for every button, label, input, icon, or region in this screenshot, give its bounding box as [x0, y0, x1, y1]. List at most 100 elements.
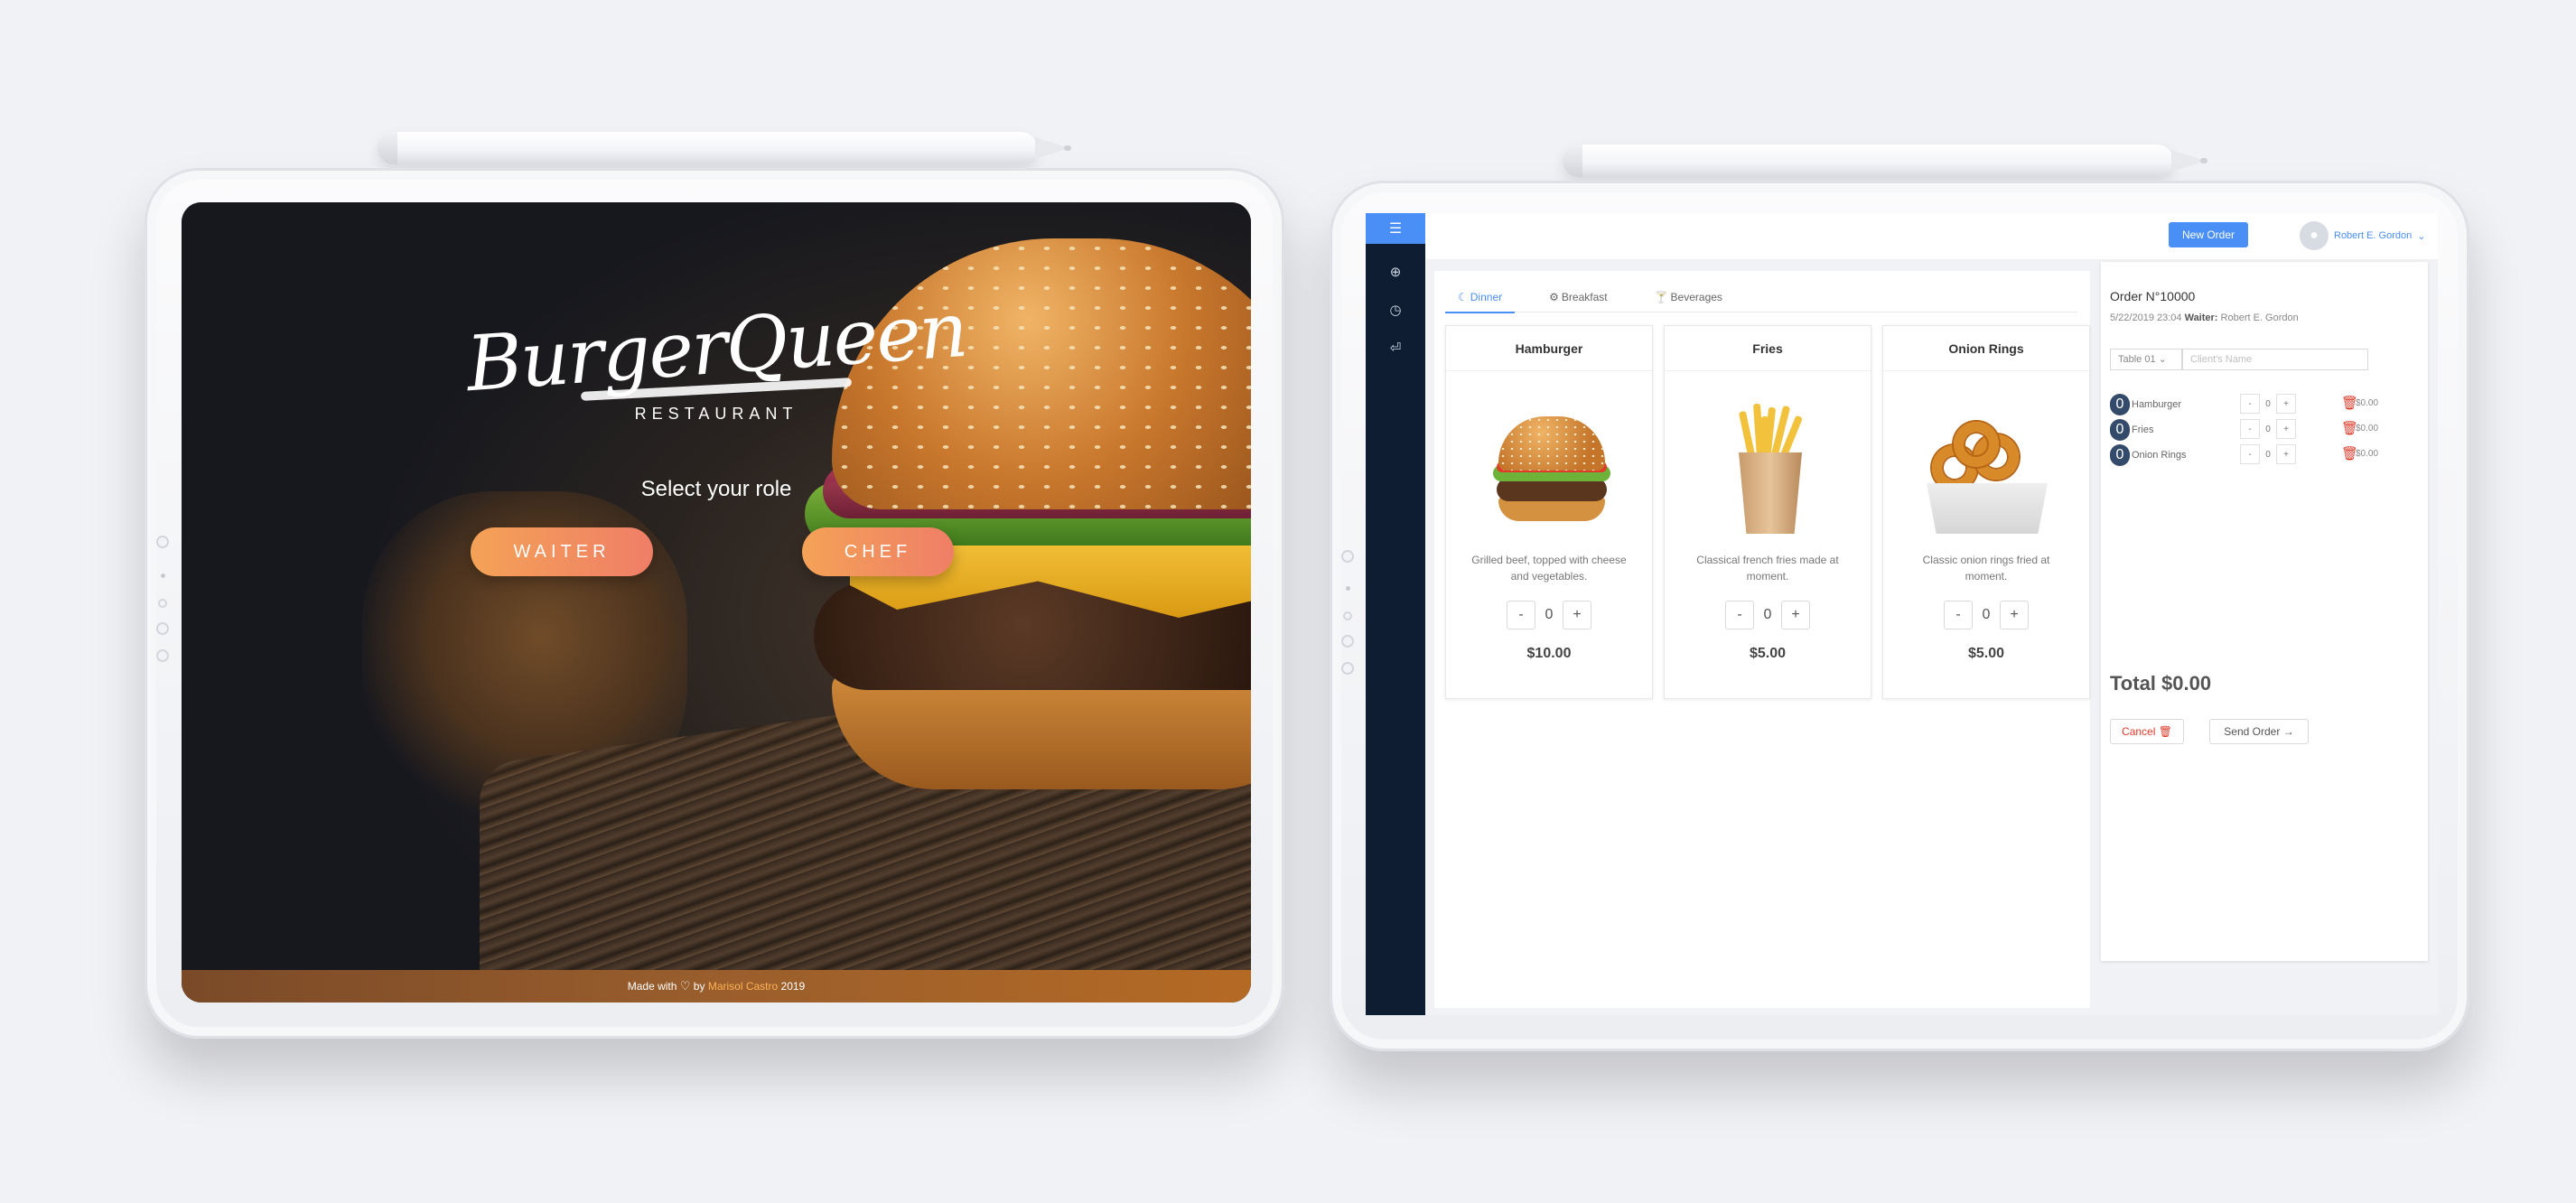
avatar: ● [2300, 221, 2329, 250]
footer: Made with ♡ by Marisol Castro 2019 [182, 970, 1251, 1002]
cancel-order-button[interactable]: Cancel 🗑 [2110, 719, 2184, 744]
gear-icon: ⚙ [1549, 291, 1559, 303]
product-price: $5.00 [1967, 646, 2005, 661]
decrement-button[interactable]: - [2240, 444, 2260, 464]
send-label: Send Order [2224, 725, 2281, 738]
item-price: $0.00 [2356, 449, 2379, 459]
moon-icon: ☾ [1458, 291, 1468, 303]
tab-dinner[interactable]: ☾ Dinner [1445, 282, 1516, 313]
item-quantity-badge: 0 [2110, 394, 2130, 415]
client-name-input[interactable] [2182, 349, 2368, 370]
item-price: $0.00 [2356, 424, 2379, 434]
product-name: Onion Rings [1883, 326, 2089, 371]
product-name: Fries [1665, 326, 1871, 371]
product-card: Onion Rings Classic onion rings fried at… [1882, 325, 2090, 699]
table-select[interactable]: Table 01 ⌄ [2110, 349, 2182, 370]
decrement-button[interactable]: - [1725, 601, 1754, 629]
footer-year: 2019 [780, 980, 806, 993]
decrement-button[interactable]: - [2240, 419, 2260, 439]
item-name: Onion Rings [2132, 450, 2187, 461]
quantity-stepper: - 0 + [1883, 601, 2089, 629]
chevron-down-icon: ⌄ [2158, 354, 2167, 365]
order-total: Total $0.00 [2110, 672, 2212, 695]
chef-button[interactable]: CHEF [802, 527, 954, 576]
waiter-name: Robert E. Gordon [2220, 312, 2299, 323]
product-name: Hamburger [1446, 326, 1652, 371]
increment-button[interactable]: + [2276, 419, 2296, 439]
order-title: Order N°10000 [2110, 289, 2196, 303]
decrement-button[interactable]: - [1507, 601, 1535, 629]
tab-breakfast[interactable]: ⚙ Breakfast [1536, 282, 1619, 312]
item-price: $0.00 [2356, 398, 2379, 408]
item-count: 0 [2265, 449, 2271, 460]
trash-icon: 🗑 [2158, 725, 2172, 738]
item-name: Fries [2132, 424, 2154, 435]
footer-author-link[interactable]: Marisol Castro [708, 980, 778, 993]
menu-tabs: ☾ Dinner ⚙ Breakfast 🍸 Beverages [1445, 282, 2077, 313]
decrement-button[interactable]: - [1944, 601, 1973, 629]
quantity-value: 0 [1763, 607, 1772, 622]
menu-panel: ☾ Dinner ⚙ Breakfast 🍸 Beverages Hamburg… [1434, 271, 2090, 1008]
waiter-screen: ☰ ⊕ ◷ ⏎ New Order ● Robert E. Gordon ⌄ ☾… [1366, 213, 2438, 1015]
order-datetime: 5/22/2019 23:04 [2110, 312, 2182, 323]
item-count: 0 [2265, 398, 2271, 409]
user-name: Robert E. Gordon [2334, 230, 2413, 241]
onion-rings-image [1883, 371, 2089, 552]
tab-beverages[interactable]: 🍸 Beverages [1642, 282, 1735, 312]
login-screen: BurgerQueen RESTAURANT Select your role … [182, 202, 1251, 1002]
stylus-left [378, 132, 1071, 164]
order-item: 0 Fries - 0 + 🗑 $0.00 [2110, 417, 2399, 443]
menu-icon[interactable]: ☰ [1366, 213, 1425, 244]
increment-button[interactable]: + [2276, 444, 2296, 464]
item-stepper: - 0 + [2240, 419, 2296, 439]
order-meta: 5/22/2019 23:04 Waiter: Robert E. Gordon [2110, 312, 2299, 323]
product-description: Classic onion rings fried at moment. [1922, 554, 2050, 583]
quantity-stepper: - 0 + [1665, 601, 1871, 629]
order-item: 0 Onion Rings - 0 + 🗑 $0.00 [2110, 443, 2399, 468]
logout-icon[interactable]: ⏎ [1366, 329, 1425, 367]
increment-button[interactable]: + [2000, 601, 2029, 629]
chevron-down-icon: ⌄ [2417, 230, 2426, 242]
decrement-button[interactable]: - [2240, 394, 2260, 414]
brand-subtitle: RESTAURANT [634, 405, 798, 423]
order-panel: Order N°10000 5/22/2019 23:04 Waiter: Ro… [2101, 262, 2428, 961]
product-description: Grilled beef, topped with cheese and veg… [1471, 554, 1627, 583]
item-stepper: - 0 + [2240, 394, 2296, 414]
increment-button[interactable]: + [2276, 394, 2296, 414]
quantity-value: 0 [1545, 607, 1554, 622]
clock-icon[interactable]: ◷ [1366, 291, 1425, 329]
side-rail: ☰ ⊕ ◷ ⏎ [1366, 213, 1425, 1015]
fries-image [1665, 371, 1871, 552]
cocktail-icon: 🍸 [1654, 291, 1668, 303]
product-price: $5.00 [1749, 646, 1787, 661]
main-content: ☾ Dinner ⚙ Breakfast 🍸 Beverages Hamburg… [1425, 260, 2438, 1015]
increment-button[interactable]: + [1563, 601, 1591, 629]
item-quantity-badge: 0 [2110, 419, 2130, 441]
new-order-button[interactable]: New Order [2169, 222, 2248, 247]
increment-button[interactable]: + [1781, 601, 1810, 629]
waiter-button[interactable]: WAITER [471, 527, 653, 576]
item-count: 0 [2265, 424, 2271, 434]
cancel-label: Cancel [2122, 725, 2156, 738]
quantity-value: 0 [1982, 607, 1991, 622]
order-item: 0 Hamburger - 0 + 🗑 $0.00 [2110, 392, 2399, 417]
footer-prefix: Made with [627, 980, 677, 993]
role-title: Select your role [640, 477, 792, 501]
top-bar: New Order ● Robert E. Gordon ⌄ [1425, 213, 2438, 260]
product-price: $10.00 [1526, 646, 1572, 661]
product-description: Classical french fries made at moment. [1696, 554, 1839, 583]
tab-label: Beverages [1670, 291, 1722, 303]
send-order-button[interactable]: Send Order → [2209, 719, 2309, 744]
plus-circle-icon[interactable]: ⊕ [1366, 253, 1425, 291]
product-card: Hamburger Grilled beef, topped with chee… [1445, 325, 1653, 699]
table-value: Table 01 [2118, 354, 2156, 365]
user-menu[interactable]: ● Robert E. Gordon ⌄ [2300, 221, 2425, 250]
hamburger-image [1446, 371, 1652, 552]
waiter-label: Waiter: [2184, 312, 2218, 323]
footer-by: by [693, 980, 705, 993]
tab-label: Breakfast [1561, 291, 1608, 303]
brand-logo: BurgerQueen RESTAURANT [182, 285, 1251, 424]
product-card: Fries Classical french fries made at mom… [1664, 325, 1871, 699]
item-quantity-badge: 0 [2110, 444, 2130, 466]
tab-label: Dinner [1470, 291, 1503, 303]
